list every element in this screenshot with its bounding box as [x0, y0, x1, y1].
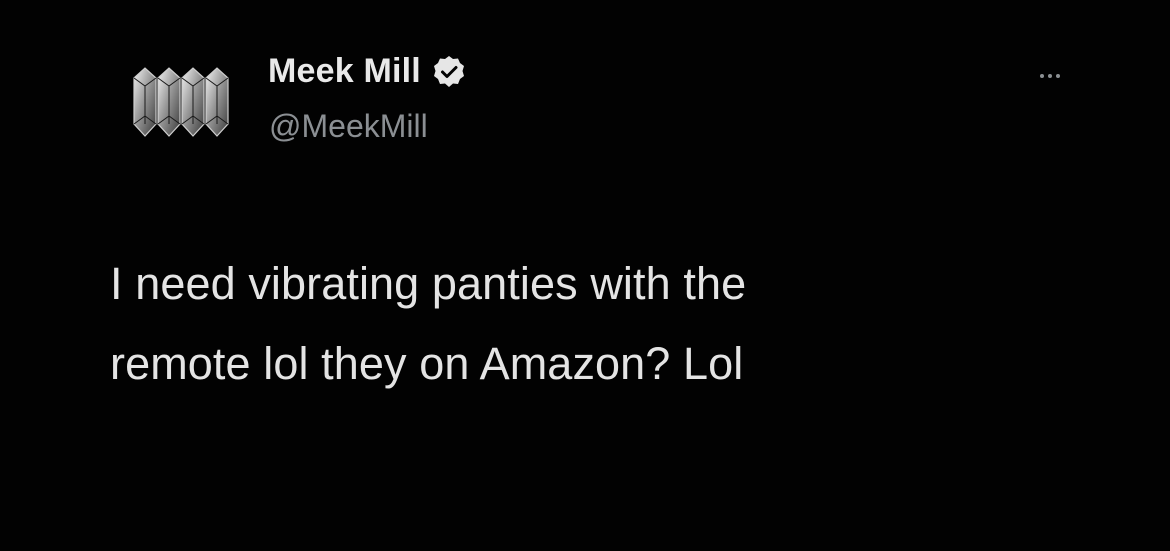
more-options-icon-dot [1056, 74, 1060, 78]
tweet-text-line: I need vibrating panties with the [110, 258, 747, 309]
diamond-crystals-avatar-icon [133, 67, 229, 137]
author-display-name[interactable]: Meek Mill [268, 52, 421, 91]
tweet-text-line: remote lol they on Amazon? Lol [110, 338, 744, 389]
tweet-card[interactable]: Meek Mill @MeekMill I need vibrating pan… [0, 0, 1170, 551]
avatar[interactable] [128, 64, 238, 144]
more-options-icon [1040, 74, 1044, 78]
author-name-row[interactable]: Meek Mill [268, 52, 467, 91]
verified-badge-icon [431, 54, 467, 90]
more-options-icon-dot [1048, 74, 1052, 78]
tweet-text: I need vibrating panties with the remote… [110, 244, 1070, 404]
author-handle[interactable]: @MeekMill [269, 108, 428, 145]
more-options-button[interactable] [1030, 64, 1070, 88]
